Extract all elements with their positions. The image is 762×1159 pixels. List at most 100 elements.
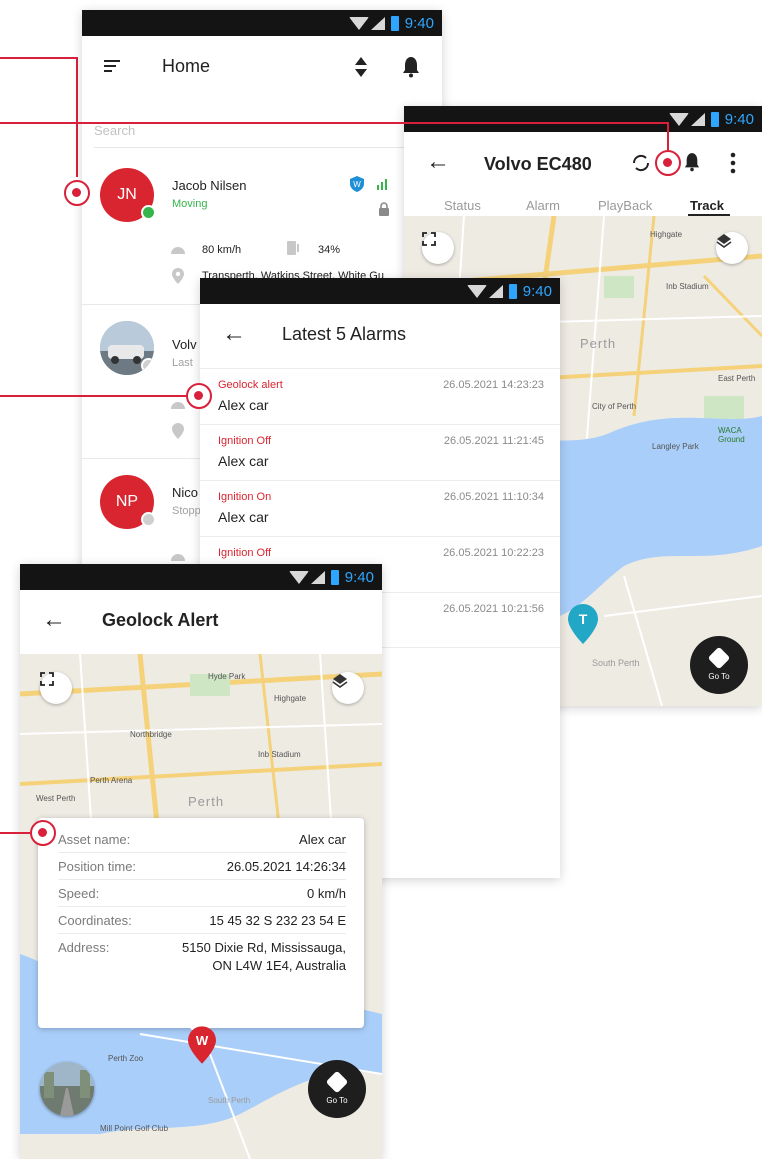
alarm-asset: Alex car: [218, 453, 269, 469]
page-title: Home: [162, 56, 211, 76]
callout-line-3-h: [0, 395, 190, 397]
street-view-thumbnail[interactable]: [40, 1062, 94, 1116]
go-to-button[interactable]: Go To: [690, 636, 748, 694]
map-label: Highgate: [650, 230, 683, 239]
detail-value: 0 km/h: [306, 885, 346, 901]
callout-marker-home: [64, 180, 90, 206]
asset-status: Moving: [172, 198, 208, 210]
detail-key: Asset name:: [58, 831, 131, 847]
sort-icon[interactable]: [354, 56, 368, 83]
map-label: South Perth: [208, 1096, 251, 1105]
status-time: 9:40: [522, 282, 552, 300]
map-label: Hyde Park: [208, 672, 246, 681]
speed-value: 80 km/h: [202, 244, 242, 256]
detail-value: 26.05.2021 14:26:34: [226, 858, 346, 874]
detail-row: Coordinates: 15 45 32 S 232 23 54 E: [58, 907, 346, 934]
map-label: Highgate: [274, 694, 307, 703]
offline-status-dot: [141, 512, 156, 527]
online-status-dot: [141, 205, 156, 220]
alarm-asset: Alex car: [218, 509, 269, 525]
tab-track[interactable]: Track: [690, 198, 724, 213]
search-input[interactable]: Search: [94, 114, 442, 148]
alarm-asset: Alex car: [218, 397, 269, 413]
asset-status: Last: [172, 357, 193, 369]
detail-key: Speed:: [58, 885, 100, 901]
offline-status-dot: [141, 358, 154, 373]
fullscreen-button[interactable]: [40, 672, 72, 704]
menu-icon[interactable]: [104, 58, 122, 79]
map-label: Mill Point Golf Club: [100, 1124, 169, 1133]
back-arrow-icon[interactable]: ←: [222, 322, 246, 346]
fullscreen-button[interactable]: [422, 232, 454, 264]
status-bar: 9:40: [82, 10, 442, 36]
detail-value: 15 45 32 S 232 23 54 E: [209, 912, 346, 928]
map-label: WACA Ground: [718, 426, 745, 444]
map-label: Perth: [188, 794, 225, 809]
avatar: [100, 321, 154, 375]
map-label: Northbridge: [130, 730, 172, 739]
location-pin-icon: [172, 423, 184, 444]
alarm-item[interactable]: Ignition On Alex car 26.05.2021 11:10:34: [200, 480, 560, 536]
alarm-date: 26.05.2021 14:23:23: [443, 379, 544, 391]
more-vertical-icon[interactable]: [730, 152, 736, 179]
tab-status[interactable]: Status: [444, 198, 481, 213]
map-label: Inb Stadium: [666, 282, 709, 291]
status-bar: 9:40: [404, 106, 762, 132]
fuel-value: 34%: [318, 244, 341, 256]
alarm-type: Ignition Off: [218, 435, 271, 447]
signal-bars-icon: [376, 176, 390, 195]
svg-text:W: W: [196, 1033, 209, 1048]
speedometer-icon: [170, 397, 186, 415]
detail-key: Position time:: [58, 858, 137, 874]
svg-text:T: T: [579, 611, 588, 627]
bell-icon[interactable]: [684, 152, 700, 177]
page-title: Latest 5 Alarms: [282, 324, 407, 344]
callout-marker-geolock: [30, 820, 56, 846]
layers-button[interactable]: [716, 232, 748, 264]
avatar: NP: [100, 475, 156, 529]
page-title: Volvo EC480: [484, 154, 592, 174]
refresh-icon[interactable]: [630, 152, 652, 179]
asset-name: Nico: [172, 485, 199, 500]
asset-name: Volv: [172, 337, 197, 352]
map-label: Perth Arena: [90, 776, 133, 785]
alarm-type: Ignition Off: [218, 547, 271, 559]
battery-icon: [710, 111, 719, 127]
layers-button[interactable]: [332, 672, 364, 704]
back-arrow-icon[interactable]: ←: [426, 150, 450, 174]
alarm-date: 26.05.2021 10:21:56: [443, 603, 544, 615]
battery-icon: [390, 15, 399, 31]
map-label: Perth: [580, 336, 617, 351]
alarm-item[interactable]: Ignition Off Alex car 26.05.2021 11:21:4…: [200, 424, 560, 480]
battery-icon: [508, 283, 517, 299]
detail-row: Position time: 26.05.2021 14:26:34: [58, 853, 346, 880]
alarm-item[interactable]: Geolock alert Alex car 26.05.2021 14:23:…: [200, 368, 560, 424]
layers-icon: [332, 674, 348, 688]
go-to-button[interactable]: Go To: [308, 1060, 366, 1118]
geolock-map[interactable]: Perth Hyde Park Highgate Northbridge Per…: [20, 654, 382, 1159]
wifi-signal-icon: [466, 284, 503, 298]
map-label: Perth Zoo: [108, 1054, 144, 1063]
fullscreen-icon: [422, 232, 436, 246]
shield-icon: W: [350, 176, 364, 197]
asset-name: Jacob Nilsen: [172, 178, 247, 193]
track-app-bar: ← Volvo EC480 Status Alarm PlayBack Trac…: [404, 132, 762, 216]
back-arrow-icon[interactable]: ←: [42, 608, 66, 632]
bell-icon[interactable]: [402, 56, 420, 83]
geolock-info-card: Asset name: Alex car Position time: 26.0…: [38, 818, 364, 1038]
detail-row: Asset name: Alex car: [58, 826, 346, 853]
detail-row: Speed: 0 km/h: [58, 880, 346, 907]
alarm-type: Geolock alert: [218, 379, 283, 391]
tab-playback[interactable]: PlayBack: [598, 198, 652, 213]
tab-alarm[interactable]: Alarm: [526, 198, 560, 213]
map-label: East Perth: [718, 374, 756, 383]
geolock-alert-screen: 9:40 ← Geolock Alert Perth Hyde Park Hig…: [20, 564, 382, 1159]
map-label: West Perth: [36, 794, 76, 803]
alarms-app-bar: ← Latest 5 Alarms: [200, 304, 560, 368]
callout-marker-track: [655, 150, 681, 176]
status-time: 9:40: [404, 14, 434, 32]
detail-row: ON L4W 1E4, Australia: [58, 952, 346, 979]
fullscreen-icon: [40, 672, 54, 686]
alarm-date: 26.05.2021 11:10:34: [443, 491, 544, 503]
wifi-signal-icon: [668, 112, 705, 126]
